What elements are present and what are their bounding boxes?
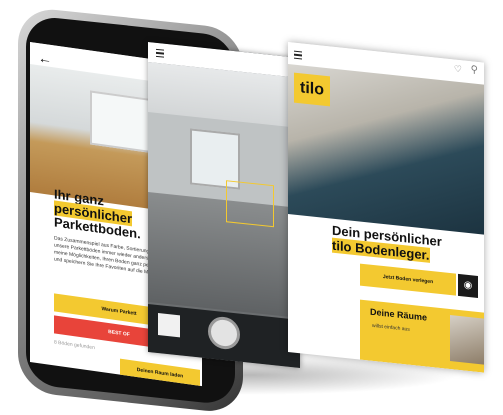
arrow-left-icon[interactable]: ← (38, 49, 52, 67)
tilo-logo: tilo (294, 72, 330, 107)
camera-icon[interactable]: ◉ (458, 273, 478, 298)
heart-icon[interactable]: ♡ (454, 63, 462, 75)
gallery-thumbnail[interactable] (158, 313, 180, 338)
hamburger-icon[interactable] (294, 50, 302, 60)
result-count: 8 Böden gefunden (54, 339, 95, 352)
screen-tilo: ♡ ⚲ tilo Dein persönlicher tilo Bodenleg… (288, 42, 484, 373)
room-floor (148, 192, 300, 318)
floor-selection-box[interactable] (226, 180, 274, 228)
hamburger-icon[interactable] (156, 48, 164, 58)
jetzt-boden-verlegen-button[interactable]: Jetzt Boden verlegen (360, 263, 456, 296)
room-thumbnail (450, 315, 484, 365)
search-icon[interactable]: ⚲ (471, 64, 478, 76)
window-photo (90, 90, 154, 154)
screen-camera (148, 42, 300, 368)
